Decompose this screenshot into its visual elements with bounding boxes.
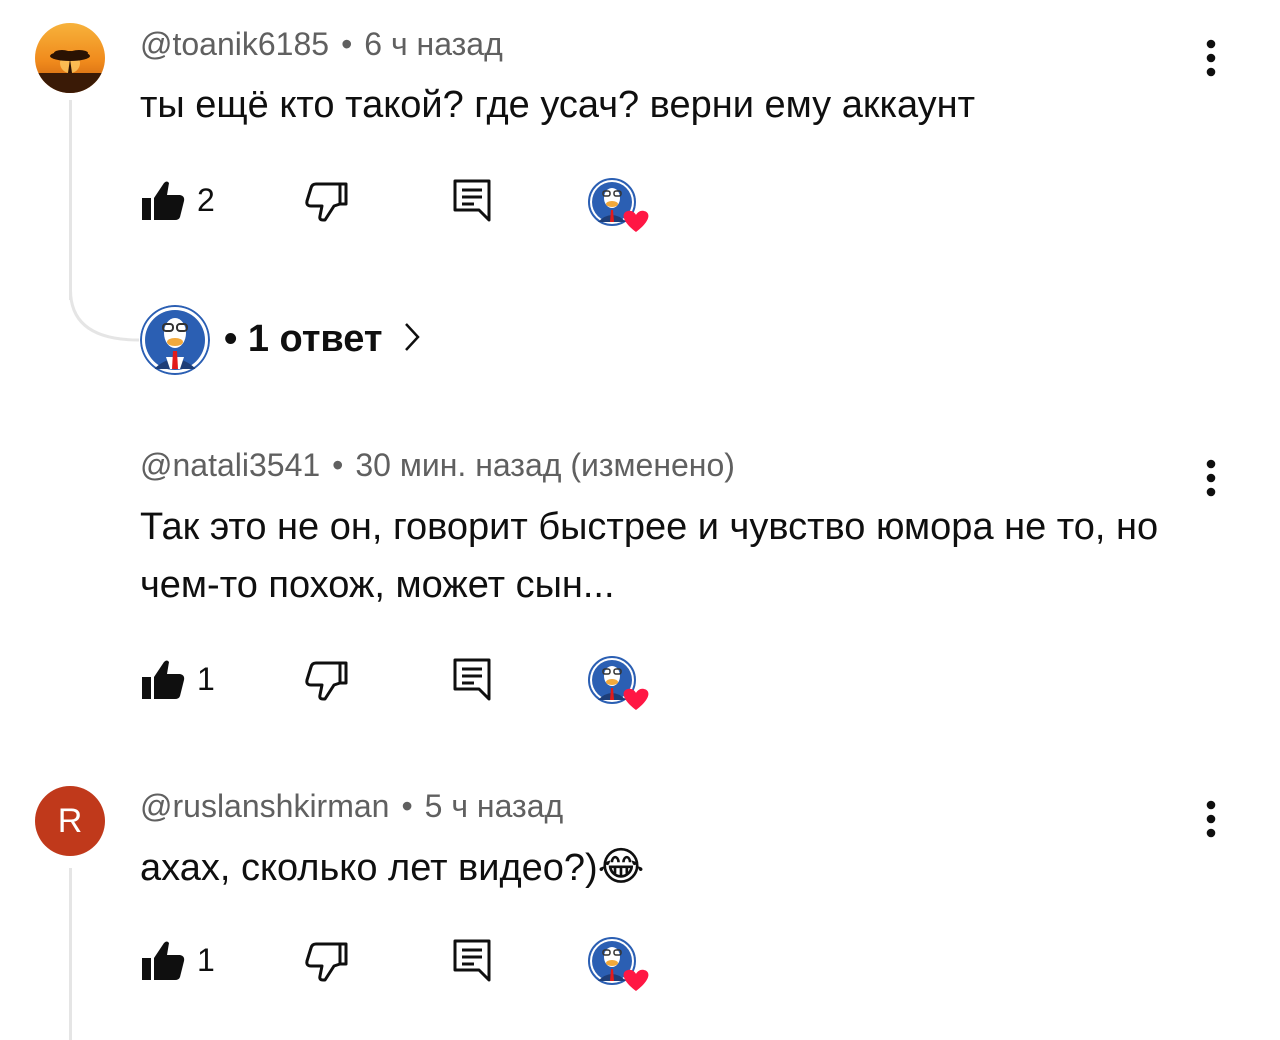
creator-avatar[interactable] [140, 305, 210, 375]
avatar[interactable] [35, 23, 105, 93]
comment-text: ахах, сколько лет видео?)😂 [140, 838, 1160, 897]
comment-body: ахах, сколько лет видео?) [140, 847, 598, 889]
avatar-letter: R [57, 801, 83, 840]
dislike-icon[interactable] [304, 659, 350, 701]
creator-heart-badge [588, 178, 652, 234]
comment-text: ты ещё кто такой? где усач? верни ему ак… [140, 84, 976, 126]
thread-line [69, 868, 72, 1040]
creator-heart-badge [588, 656, 652, 712]
author-name[interactable]: @ruslanshkirman [140, 788, 389, 824]
creator-avatar-icon [140, 305, 210, 375]
author-name[interactable]: @toanik6185 [140, 26, 329, 62]
thread-line [69, 100, 72, 300]
separator: • [341, 26, 353, 62]
author-name[interactable]: @natali3541 [140, 447, 320, 483]
comment-meta: @natali3541 • 30 мин. назад (изменено) [140, 447, 735, 484]
creator-avatar-heart-icon [588, 937, 649, 991]
like-icon[interactable] [140, 180, 186, 222]
separator: • [332, 447, 344, 483]
creator-heart-badge [588, 937, 652, 993]
like-icon[interactable] [140, 659, 186, 701]
replies-count-label: • 1 ответ [224, 318, 383, 360]
more-options-icon[interactable] [1196, 37, 1226, 81]
timestamp[interactable]: 30 мин. назад (изменено) [355, 447, 735, 483]
creator-avatar-heart-icon [588, 656, 649, 710]
like-icon[interactable] [140, 940, 186, 982]
more-options-icon[interactable] [1196, 798, 1226, 842]
thread-curve [69, 290, 140, 342]
reply-icon[interactable] [452, 178, 492, 224]
creator-avatar-heart-icon [588, 178, 649, 232]
reply-icon[interactable] [452, 657, 492, 703]
separator: • [401, 788, 413, 824]
avatar[interactable]: R [35, 786, 105, 856]
more-options-icon[interactable] [1196, 457, 1226, 501]
reply-icon[interactable] [452, 938, 492, 984]
view-replies-button[interactable]: • 1 ответ [224, 318, 421, 361]
comment-meta: @ruslanshkirman • 5 ч назад [140, 788, 563, 825]
sunset-tree-avatar-icon [35, 23, 105, 93]
timestamp[interactable]: 6 ч назад [364, 26, 503, 62]
dislike-icon[interactable] [304, 180, 350, 222]
laughing-emoji: 😂 [597, 845, 645, 889]
like-count: 1 [197, 942, 215, 978]
chevron-right-icon [403, 321, 421, 358]
like-count: 1 [197, 661, 215, 697]
comment-text: Так это не он, говорит быстрее и чувство… [140, 506, 1159, 606]
like-count: 2 [197, 182, 215, 218]
dislike-icon[interactable] [304, 940, 350, 982]
timestamp[interactable]: 5 ч назад [425, 788, 564, 824]
comment-meta: @toanik6185 • 6 ч назад [140, 26, 503, 63]
